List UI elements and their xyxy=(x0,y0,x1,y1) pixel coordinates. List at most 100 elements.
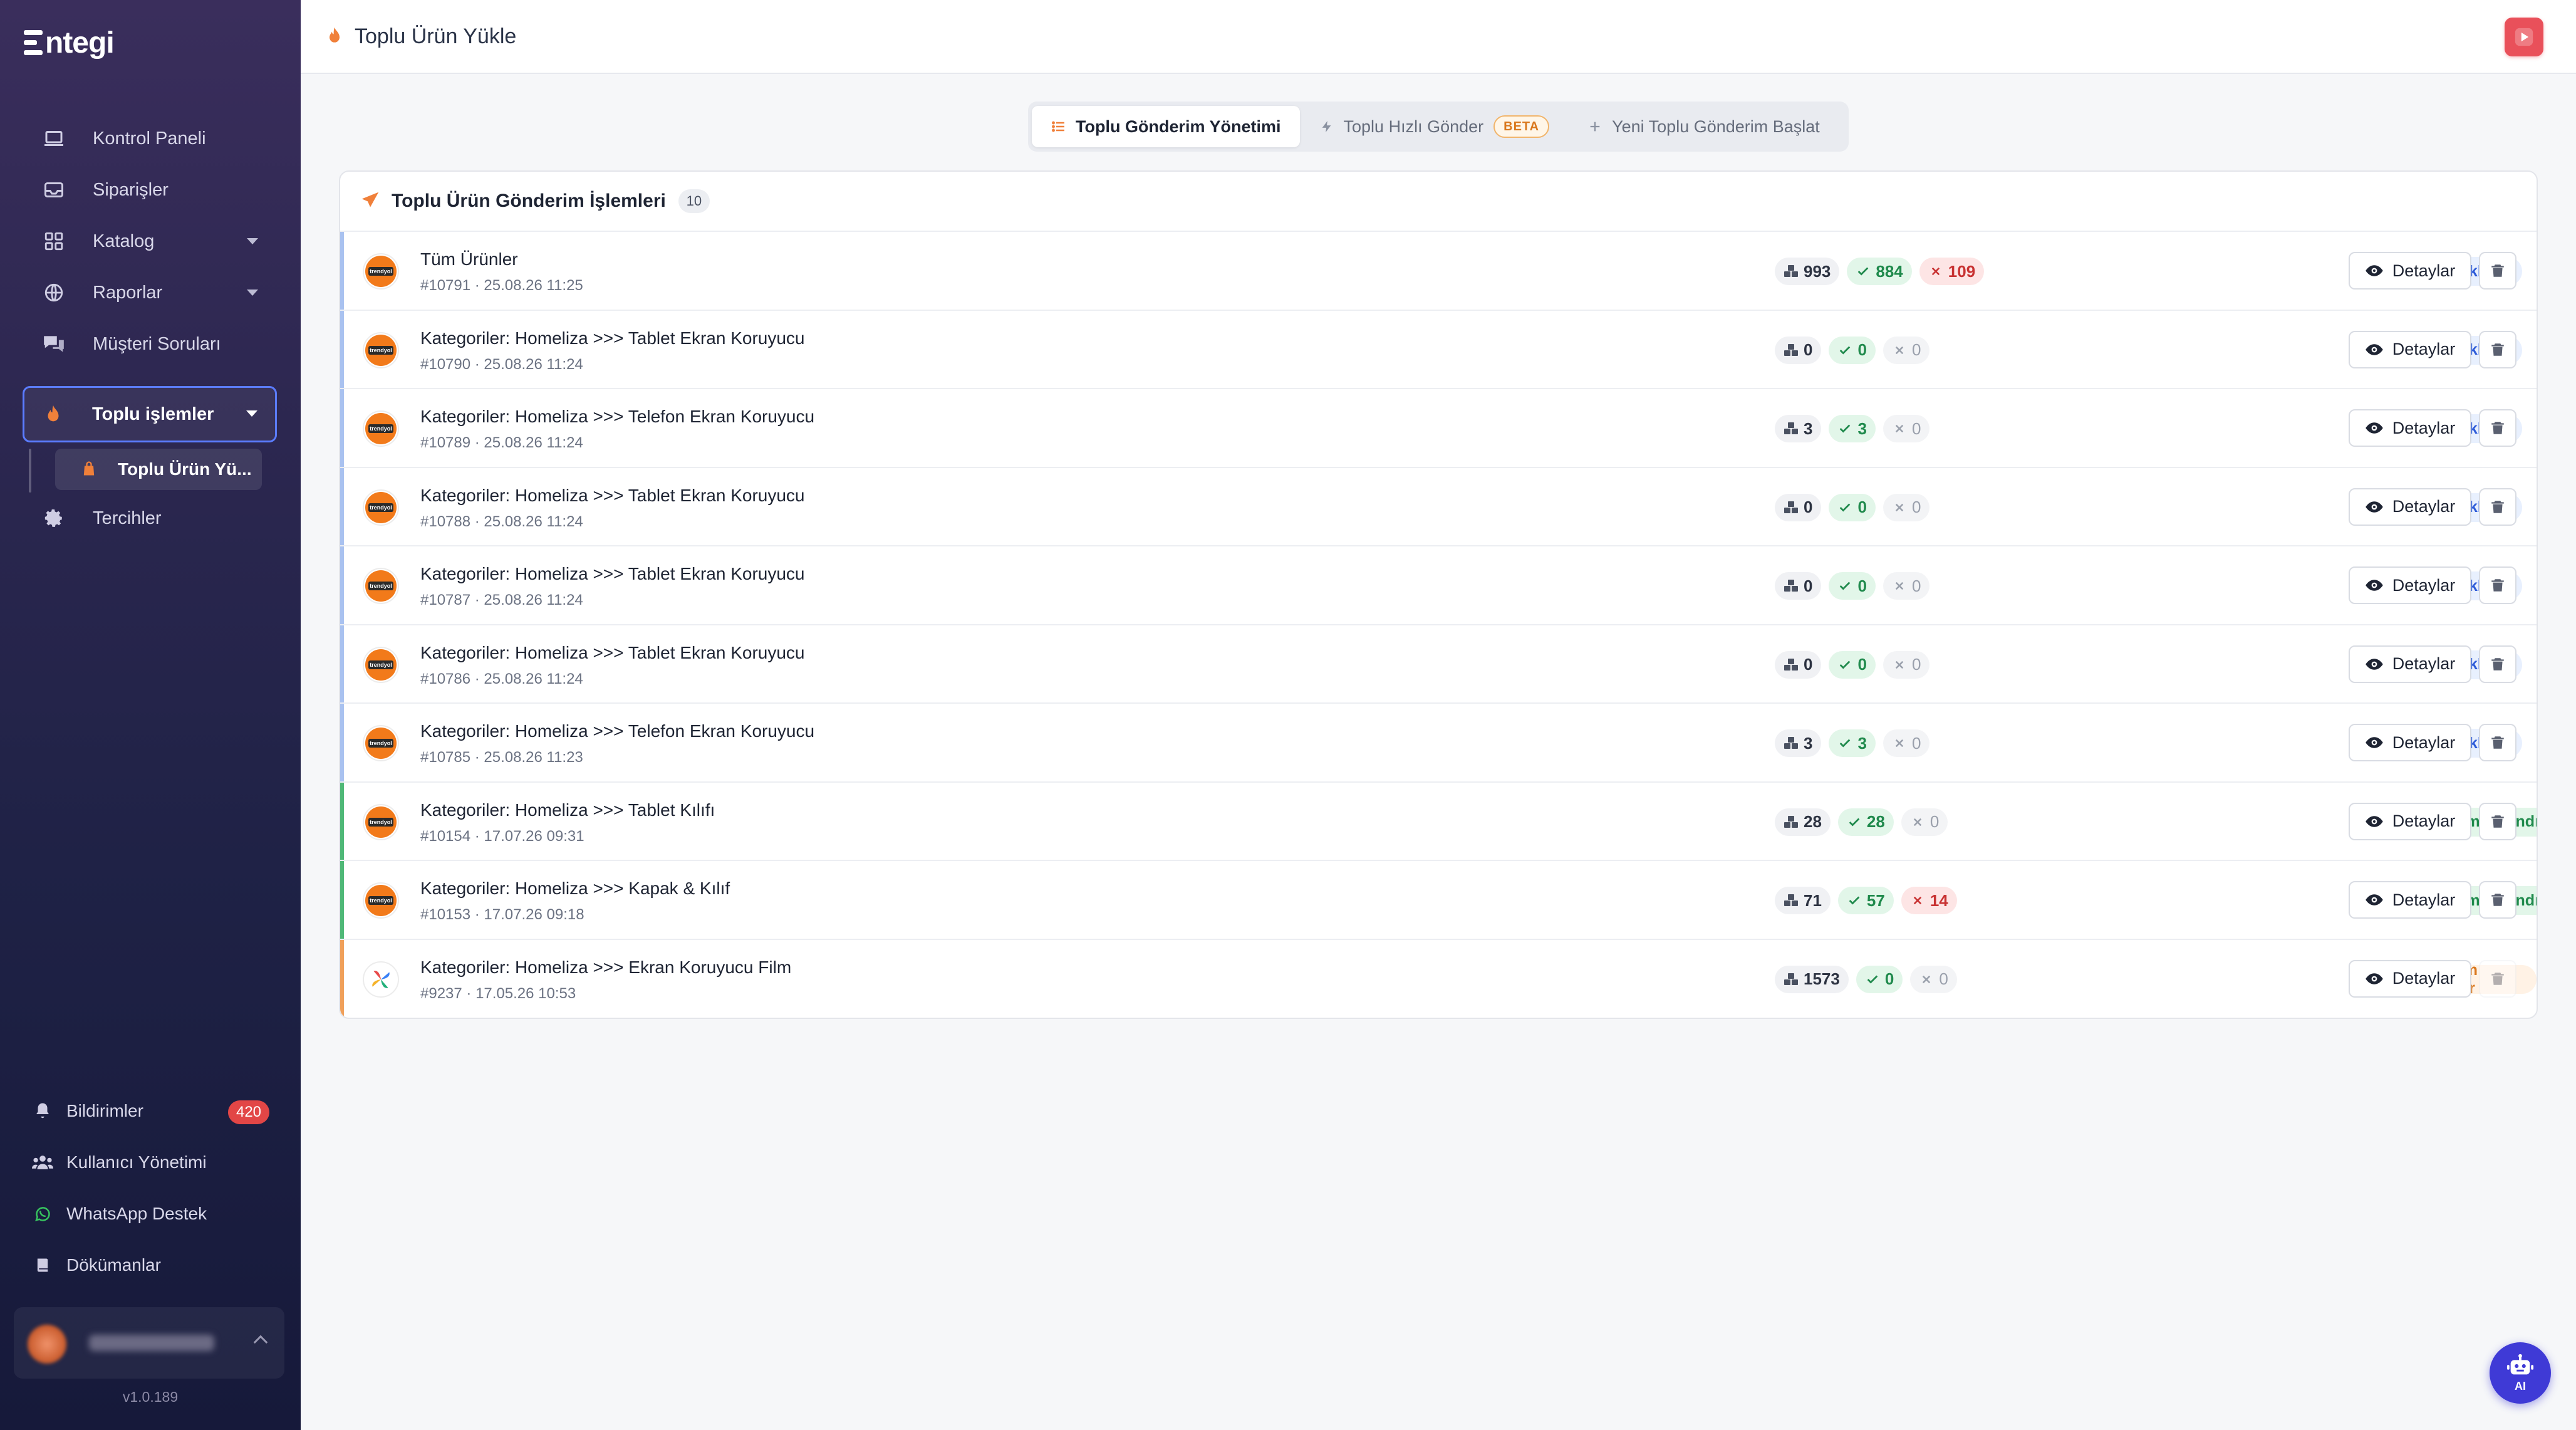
error-count-value: 109 xyxy=(1948,261,1976,281)
x-icon xyxy=(1892,343,1907,358)
details-button[interactable]: Detaylar xyxy=(2349,409,2471,447)
sidebar-item-siparisler[interactable]: Siparişler xyxy=(25,164,276,216)
error-count-badge: 0 xyxy=(1883,336,1930,364)
users-icon xyxy=(31,1151,54,1174)
delete-button[interactable] xyxy=(2479,802,2516,840)
total-count-badge: 0 xyxy=(1775,572,1822,600)
chevron-down-icon xyxy=(246,410,257,417)
whatsapp-icon xyxy=(31,1203,54,1225)
details-button[interactable]: Detaylar xyxy=(2349,488,2471,526)
delete-button[interactable] xyxy=(2479,409,2516,447)
details-button[interactable]: Detaylar xyxy=(2349,724,2471,761)
job-row: trendyol Kategoriler: Homeliza >>> Telef… xyxy=(340,389,2537,468)
error-count-badge: 0 xyxy=(1883,650,1930,679)
success-count-value: 3 xyxy=(1857,419,1867,438)
job-meta: #9237 · 17.05.26 10:53 xyxy=(420,984,576,1002)
bag-icon xyxy=(80,460,99,479)
error-count-value: 0 xyxy=(1911,419,1921,438)
trendyol-logo-icon: trendyol xyxy=(365,256,397,287)
trash-icon xyxy=(2491,894,2504,906)
marketplace-logo xyxy=(363,961,399,998)
success-count-badge: 57 xyxy=(1837,887,1894,914)
card-title: Toplu Ürün Gönderim İşlemleri xyxy=(392,190,666,211)
details-button[interactable]: Detaylar xyxy=(2349,881,2471,919)
job-row: trendyol Kategoriler: Homeliza >>> Telef… xyxy=(340,704,2537,783)
error-count-value: 0 xyxy=(1911,498,1921,516)
sidebar-item-whatsapp-destek[interactable]: WhatsApp Destek xyxy=(25,1188,276,1240)
sidebar-item-musteri-sorulari[interactable]: Müşteri Soruları xyxy=(25,318,276,370)
eye-icon xyxy=(2365,894,2383,905)
details-button[interactable]: Detaylar xyxy=(2349,566,2471,604)
marketplace-logo: trendyol xyxy=(363,882,399,919)
job-stats: 0 0 0 xyxy=(1775,493,1937,522)
sidebar-item-label: Raporlar xyxy=(93,282,163,303)
trash-icon xyxy=(2491,972,2504,985)
job-row: trendyol Kategoriler: Homeliza >>> Table… xyxy=(340,782,2537,861)
sidebar-subitem-label: Toplu Ürün Yü... xyxy=(118,459,252,479)
delete-button[interactable] xyxy=(2479,488,2516,526)
bell-icon xyxy=(31,1100,54,1122)
x-icon xyxy=(1892,500,1907,515)
check-icon xyxy=(1837,657,1852,672)
error-count-badge: 0 xyxy=(1883,415,1930,442)
error-count-badge: 0 xyxy=(1883,729,1930,757)
job-meta: #10154 · 17.07.26 09:31 xyxy=(420,827,584,845)
delete-button[interactable] xyxy=(2479,724,2516,761)
total-count-value: 0 xyxy=(1804,655,1813,674)
brand-logo[interactable]: ntegi xyxy=(24,26,115,60)
total-count-value: 3 xyxy=(1804,419,1813,438)
details-button[interactable]: Detaylar xyxy=(2349,252,2471,290)
list-icon xyxy=(1051,118,1067,135)
sidebar-item-raporlar[interactable]: Raporlar xyxy=(25,267,276,318)
details-button[interactable]: Detaylar xyxy=(2349,959,2471,998)
tab-yeni-toplu-gonderim[interactable]: Yeni Toplu Gönderim Başlat xyxy=(1568,106,1839,147)
job-meta: #10787 · 25.08.26 11:24 xyxy=(420,592,583,608)
job-name: Kategoriler: Homeliza >>> Telefon Ekran … xyxy=(420,721,815,741)
error-count-badge: 0 xyxy=(1883,572,1930,600)
ai-assistant-button[interactable]: AI xyxy=(2490,1342,2551,1404)
details-button-label: Detaylar xyxy=(2392,890,2456,909)
job-row: trendyol Kategoriler: Homeliza >>> Table… xyxy=(340,546,2537,625)
sidebar-item-label: Bildirimler xyxy=(66,1101,143,1120)
details-button[interactable]: Detaylar xyxy=(2349,802,2471,840)
card-header: Toplu Ürün Gönderim İşlemleri 10 xyxy=(340,172,2537,232)
delete-button[interactable] xyxy=(2479,252,2516,290)
trendyol-logo-icon: trendyol xyxy=(365,413,397,444)
check-icon xyxy=(1847,815,1862,830)
sidebar-item-tercihler[interactable]: Tercihler xyxy=(25,493,276,544)
sidebar-item-bildirimler[interactable]: Bildirimler 420 xyxy=(25,1085,276,1137)
delete-button[interactable] xyxy=(2479,881,2516,919)
delete-button[interactable] xyxy=(2479,566,2516,604)
x-icon xyxy=(1892,421,1907,436)
delete-button[interactable] xyxy=(2479,330,2516,368)
sidebar-item-kontrol-paneli[interactable]: Kontrol Paneli xyxy=(25,113,276,164)
job-row: trendyol Kategoriler: Homeliza >>> Table… xyxy=(340,467,2537,546)
delete-button[interactable] xyxy=(2479,959,2516,998)
check-icon xyxy=(1847,893,1862,908)
sidebar-item-dokumanlar[interactable]: Dökümanlar xyxy=(25,1240,276,1291)
job-row: trendyol Kategoriler: Homeliza >>> Kapak… xyxy=(340,861,2537,940)
video-tutorial-button[interactable] xyxy=(2505,18,2543,56)
sidebar-subitem-toplu-urun-yukle[interactable]: Toplu Ürün Yü... xyxy=(55,449,262,490)
details-button[interactable]: Detaylar xyxy=(2349,330,2471,368)
play-icon xyxy=(2515,28,2533,46)
sidebar-item-katalog[interactable]: Katalog xyxy=(25,216,276,267)
total-count-value: 1573 xyxy=(1804,969,1840,988)
success-count-badge: 0 xyxy=(1829,493,1876,521)
tab-toplu-hizli-gonder[interactable]: Toplu Hızlı Gönder BETA xyxy=(1300,106,1569,147)
tab-toplu-gonderim-yonetimi[interactable]: Toplu Gönderim Yönetimi xyxy=(1032,106,1300,147)
total-count-badge: 0 xyxy=(1775,650,1822,679)
sidebar-item-kullanici-yonetimi[interactable]: Kullanıcı Yönetimi xyxy=(25,1137,276,1188)
chat-icon xyxy=(41,331,66,357)
job-name: Kategoriler: Homeliza >>> Tablet Kılıfı xyxy=(420,800,715,820)
user-profile-card[interactable] xyxy=(14,1307,284,1379)
job-stats: 0 0 0 xyxy=(1775,336,1937,365)
error-count-badge: 109 xyxy=(1919,258,1985,285)
details-button[interactable]: Detaylar xyxy=(2349,645,2471,683)
success-count-value: 0 xyxy=(1884,969,1894,988)
eye-icon xyxy=(2365,265,2383,276)
sidebar-item-toplu-islemler[interactable]: Toplu işlemler xyxy=(23,386,277,442)
check-icon xyxy=(1837,421,1852,436)
marketplace-logo: trendyol xyxy=(363,410,399,447)
delete-button[interactable] xyxy=(2479,645,2516,683)
